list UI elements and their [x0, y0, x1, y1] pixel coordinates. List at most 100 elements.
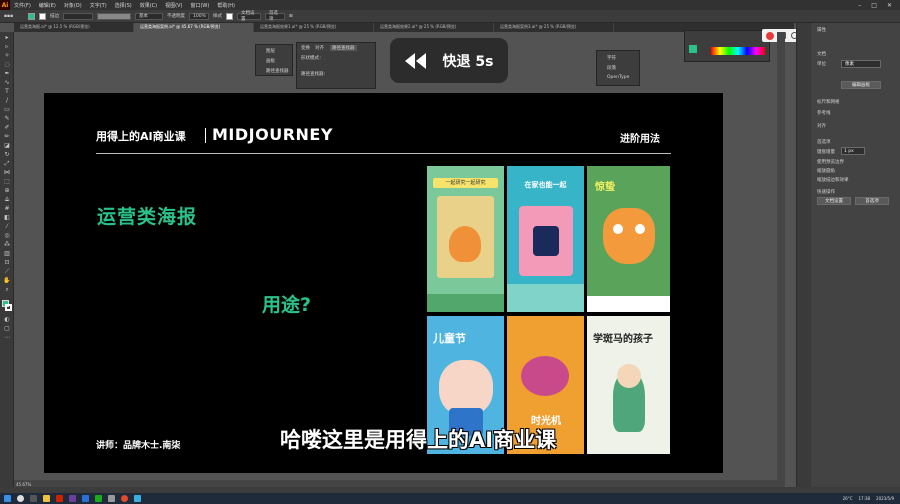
arrange-icon[interactable]: ⊞: [289, 14, 293, 19]
folder-icon[interactable]: [43, 495, 50, 502]
eyedropper-tool-icon[interactable]: ⁄: [3, 223, 11, 230]
curvature-tool-icon[interactable]: ∿: [3, 79, 11, 86]
opentype-item[interactable]: OpenType: [607, 75, 629, 80]
zoom-tool-icon[interactable]: ⌕: [3, 286, 11, 293]
graph-tool-icon[interactable]: ▥: [3, 250, 11, 257]
poster-card-2: 在家也能一起: [507, 166, 584, 312]
magic-wand-tool-icon[interactable]: ✧: [3, 52, 11, 59]
unit-select[interactable]: 像素: [841, 60, 881, 68]
tab-pathfinder[interactable]: 路径查找器: [330, 45, 357, 51]
lasso-tool-icon[interactable]: ◌: [3, 61, 11, 68]
record-icon[interactable]: [766, 31, 774, 40]
shaper-tool-icon[interactable]: ✐: [3, 124, 11, 131]
free-transform-tool-icon[interactable]: ⬚: [3, 178, 11, 185]
variable-width-field[interactable]: [97, 12, 131, 20]
vertical-scrollbar[interactable]: [777, 32, 785, 487]
scale-strokes-checkbox[interactable]: 缩放描边和效果: [817, 177, 849, 183]
tab-transform[interactable]: 变换: [301, 45, 310, 51]
eraser-tool-icon[interactable]: ◪: [3, 142, 11, 149]
menu-view[interactable]: 视图(V): [161, 2, 186, 9]
doc-tab[interactable]: 运营类海报.ai* @ 12.5 % (RGB/预览): [14, 23, 134, 32]
properties-title: 属性: [817, 28, 826, 33]
paragraph-item[interactable]: 段落: [607, 65, 616, 71]
width-tool-icon[interactable]: ⋈: [3, 169, 11, 176]
keyboard-increment-field[interactable]: 1 px: [841, 147, 865, 155]
prefs-button[interactable]: 首选项: [265, 11, 285, 22]
preview-bounds-checkbox[interactable]: 使用预览边界: [817, 159, 844, 165]
more-tools-icon[interactable]: ⋯: [3, 334, 11, 341]
menu-edit[interactable]: 编辑(E): [35, 2, 60, 9]
menu-type[interactable]: 文字(T): [86, 2, 111, 9]
chrome-icon[interactable]: [121, 495, 128, 502]
menu-object[interactable]: 对象(O): [60, 2, 86, 9]
symbol-sprayer-tool-icon[interactable]: ⁂: [3, 241, 11, 248]
doc-setup-button[interactable]: 文档设置: [237, 11, 261, 22]
blend-tool-icon[interactable]: ◎: [3, 232, 11, 239]
direct-select-tool-icon[interactable]: ▹: [3, 43, 11, 50]
minimize-icon[interactable]: –: [858, 2, 861, 9]
wechat-icon[interactable]: [95, 495, 102, 502]
browser-icon[interactable]: [134, 495, 141, 502]
brush-style-field[interactable]: 基本: [135, 12, 163, 20]
gradient-tool-icon[interactable]: ◧: [3, 214, 11, 221]
pen-tool-icon[interactable]: ✒: [3, 70, 11, 77]
pathfinder-item[interactable]: 路径查找器: [266, 68, 289, 74]
ps-icon[interactable]: [82, 495, 89, 502]
maximize-icon[interactable]: □: [871, 2, 877, 9]
scale-corners-checkbox[interactable]: 缩放圆角: [817, 168, 835, 174]
layers-item[interactable]: 图层: [266, 48, 275, 54]
graphic-style-swatch[interactable]: [226, 12, 233, 20]
line-tool-icon[interactable]: /: [3, 97, 11, 104]
task-view-icon[interactable]: [30, 495, 37, 502]
illustrator-icon[interactable]: [56, 495, 63, 502]
artboards-item[interactable]: 画板: [266, 58, 275, 64]
rectangle-tool-icon[interactable]: ▭: [3, 106, 11, 113]
opacity-field[interactable]: 100%: [189, 12, 209, 20]
screen-mode-icon[interactable]: ▢: [3, 325, 11, 332]
tab-align[interactable]: 对齐: [315, 45, 324, 51]
slice-tool-icon[interactable]: ⟋: [3, 268, 11, 275]
menu-window[interactable]: 窗口(W): [186, 2, 213, 9]
edit-artboard-button[interactable]: 编辑画板: [841, 81, 881, 89]
prefs-quick-button[interactable]: 首选项: [855, 197, 889, 205]
zoom-readout[interactable]: 45.67%: [16, 482, 31, 487]
type-tool-icon[interactable]: T: [3, 88, 11, 95]
doc-setup-quick-button[interactable]: 文档设置: [817, 197, 851, 205]
menu-help[interactable]: 帮助(H): [213, 2, 239, 9]
close-icon[interactable]: ✕: [887, 2, 892, 9]
perspective-tool-icon[interactable]: ⟁: [3, 196, 11, 203]
doc-tab[interactable]: 运营类海报案例3.ai* @ 25 % (RGB/预览): [494, 23, 614, 32]
stroke-color-icon[interactable]: [5, 304, 12, 311]
menu-effect[interactable]: 效果(C): [136, 2, 161, 9]
color-spectrum[interactable]: [711, 47, 765, 55]
app-icon[interactable]: [108, 495, 115, 502]
start-icon[interactable]: [4, 495, 11, 502]
clock-date[interactable]: 2023/5/9: [876, 496, 894, 501]
app-logo: Ai: [0, 0, 10, 10]
clock-time[interactable]: 17:38: [859, 496, 871, 501]
stroke-width-field[interactable]: [63, 12, 93, 20]
paintbrush-tool-icon[interactable]: ✎: [3, 115, 11, 122]
premiere-icon[interactable]: [69, 495, 76, 502]
stroke-swatch[interactable]: [39, 12, 46, 20]
rotate-tool-icon[interactable]: ↻: [3, 151, 11, 158]
shape-builder-tool-icon[interactable]: ⊕: [3, 187, 11, 194]
menu-select[interactable]: 选择(S): [111, 2, 136, 9]
character-item[interactable]: 字符: [607, 55, 616, 61]
current-color-swatch[interactable]: [689, 45, 697, 53]
doc-tab[interactable]: 运营类海报效果2.ai* @ 25 % (RGB/预览): [374, 23, 494, 32]
search-taskbar-icon[interactable]: [17, 495, 24, 502]
scale-tool-icon[interactable]: ⤢: [3, 160, 11, 167]
mesh-tool-icon[interactable]: #: [3, 205, 11, 212]
doc-tab[interactable]: 运营类海报效果1.ai* @ 25 % (RGB/预览): [254, 23, 374, 32]
panel-icon-column: [797, 23, 811, 493]
pencil-tool-icon[interactable]: ✏: [3, 133, 11, 140]
doc-tab-active[interactable]: 运营类海报案例.ai* @ 45.67 % (RGB/预览): [134, 23, 254, 32]
selection-tool-icon[interactable]: ▸: [3, 34, 11, 41]
hand-tool-icon[interactable]: ✋: [3, 277, 11, 284]
menu-file[interactable]: 文件(F): [10, 2, 35, 9]
fill-swatch[interactable]: [28, 12, 35, 20]
artboard-tool-icon[interactable]: ⊡: [3, 259, 11, 266]
poster-card-1: 一起研究一起研究: [427, 166, 504, 312]
draw-mode-icon[interactable]: ◐: [3, 316, 11, 323]
